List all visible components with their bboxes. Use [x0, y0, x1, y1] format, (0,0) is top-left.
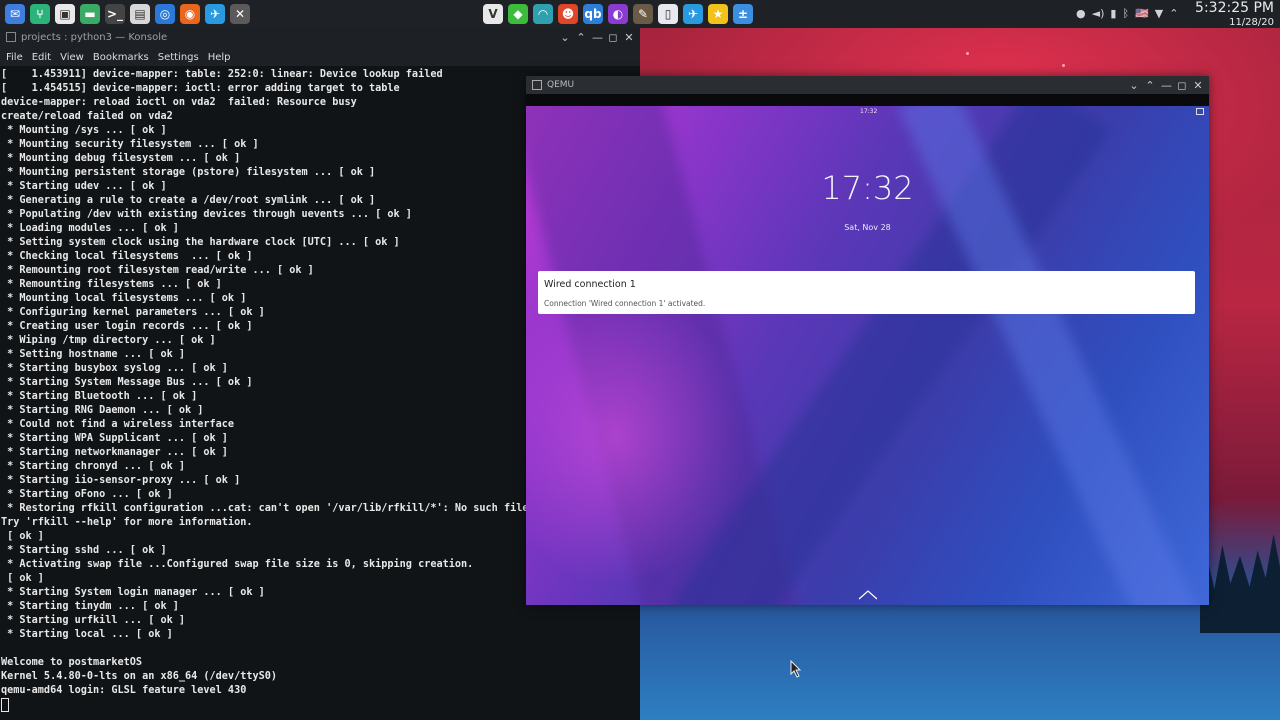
- calculator-icon[interactable]: ±: [733, 4, 753, 24]
- speedometer-icon[interactable]: ◠: [533, 4, 553, 24]
- menu-help[interactable]: Help: [208, 52, 231, 63]
- konsole-app-icon[interactable]: [6, 32, 16, 42]
- notification-body: Connection 'Wired connection 1' activate…: [544, 299, 706, 308]
- menu-settings[interactable]: Settings: [158, 52, 199, 63]
- terminal-line: * Starting urfkill ... [ ok ]: [1, 615, 186, 626]
- system-tray: ● ◄) ▮ ᛒ 🇺🇸 ▼ ⌃: [1076, 7, 1178, 21]
- telegram-icon[interactable]: ✈: [683, 4, 703, 24]
- browser-icon[interactable]: ◎: [155, 4, 175, 24]
- keep-above-button[interactable]: ⌃: [576, 30, 586, 46]
- konsole-window-buttons: ⌄ ⌃ — ◻ ✕: [560, 30, 634, 46]
- terminal-line: Kernel 5.4.80-0-lts on an x86_64 (/dev/t…: [1, 671, 278, 682]
- battery-icon[interactable]: ▮: [1110, 7, 1116, 21]
- minimize-button[interactable]: —: [592, 30, 603, 46]
- wifi-icon[interactable]: ▼: [1155, 7, 1163, 21]
- wallpaper-glow: [526, 286, 746, 586]
- wallpaper-forest: [1200, 534, 1280, 633]
- swipe-up-chevron-icon[interactable]: [858, 590, 878, 600]
- close-button[interactable]: ✕: [1193, 78, 1203, 94]
- lockscreen-clock: 17:32: [821, 169, 914, 207]
- vpn-icon[interactable]: ●: [1076, 7, 1086, 21]
- close-button[interactable]: ✕: [624, 30, 634, 46]
- star-icon[interactable]: ★: [708, 4, 728, 24]
- qemu-window-buttons: ⌄ ⌃ — ◻ ✕: [1129, 78, 1203, 94]
- tray-expand-icon[interactable]: ⌃: [1169, 7, 1178, 21]
- terminal-cursor: [1, 698, 9, 712]
- bag-icon[interactable]: ▣: [55, 4, 75, 24]
- clock[interactable]: 5:32:25 PM 11/28/20: [1195, 0, 1274, 28]
- maximize-button[interactable]: ◻: [608, 30, 618, 46]
- maximize-button[interactable]: ◻: [1177, 78, 1187, 94]
- close-x-icon[interactable]: ✕: [230, 4, 250, 24]
- konsole-titlebar[interactable]: projects : python3 — Konsole ⌄ ⌃ — ◻ ✕: [0, 28, 640, 48]
- menu-file[interactable]: File: [6, 52, 23, 63]
- terminal-line: * Starting local ... [ ok ]: [1, 629, 173, 640]
- wallpaper-star: [966, 52, 969, 55]
- menu-view[interactable]: View: [60, 52, 84, 63]
- qemu-app-icon[interactable]: [532, 80, 542, 90]
- files-icon[interactable]: ▤: [130, 4, 150, 24]
- vivaldi-icon[interactable]: V: [483, 4, 503, 24]
- document-icon[interactable]: ▯: [658, 4, 678, 24]
- robot-icon[interactable]: ☻: [558, 4, 578, 24]
- clock-time: 5:32:25 PM: [1195, 0, 1274, 16]
- qemu-title: QEMU: [547, 80, 575, 90]
- qemu-window: QEMU ⌄ ⌃ — ◻ ✕ 17:32 17:32 Sat, Nov 28 W…: [526, 76, 1209, 605]
- qemu-titlebar[interactable]: QEMU ⌄ ⌃ — ◻ ✕: [526, 76, 1209, 94]
- lockscreen-date: Sat, Nov 28: [844, 223, 891, 232]
- menu-bookmarks[interactable]: Bookmarks: [93, 52, 149, 63]
- terminal-line: Welcome to postmarketOS: [1, 657, 143, 668]
- task-icons: V ◆ ◠ ☻ qb ◐ ✎ ▯ ✈ ★ ±: [483, 4, 753, 24]
- top-panel: ✉ ⑂ ▣ ▬ >_ ▤ ◎ ◉ ✈ ✕ V ◆ ◠ ☻ qb ◐ ✎ ▯ ✈ ★ ± ● ◄) ▮ ᛒ 🇺🇸 ▼ ⌃ 5:32:…: [0, 0, 1280, 28]
- keep-above-button[interactable]: ⌃: [1145, 78, 1155, 94]
- notification-title: Wired connection 1: [544, 279, 636, 290]
- firefox-icon[interactable]: ◉: [180, 4, 200, 24]
- notification-card[interactable]: Wired connection 1 Connection 'Wired con…: [538, 271, 1195, 314]
- mail-icon[interactable]: ✉: [5, 4, 25, 24]
- minimize-button[interactable]: —: [1161, 78, 1172, 94]
- qbittorrent-icon[interactable]: qb: [583, 4, 603, 24]
- clock-date: 11/28/20: [1229, 17, 1274, 28]
- cube-icon[interactable]: ◆: [508, 4, 528, 24]
- menu-edit[interactable]: Edit: [32, 52, 51, 63]
- telegram-settings-icon[interactable]: ✈: [205, 4, 225, 24]
- keep-below-button[interactable]: ⌄: [560, 30, 570, 46]
- vm-statusbar: 17:32: [526, 106, 1209, 118]
- launcher-bar: ✉ ⑂ ▣ ▬ >_ ▤ ◎ ◉ ✈ ✕: [0, 4, 250, 24]
- gimp-icon[interactable]: ✎: [633, 4, 653, 24]
- bluetooth-icon[interactable]: ᛒ: [1122, 7, 1129, 21]
- vm-status-icon: [1196, 108, 1204, 115]
- keep-below-button[interactable]: ⌄: [1129, 78, 1139, 94]
- konsole-menubar: File Edit View Bookmarks Settings Help: [0, 48, 640, 66]
- volume-icon[interactable]: ◄): [1092, 7, 1105, 21]
- mouse-pointer-icon: [790, 660, 802, 678]
- wallpaper-star: [1062, 64, 1065, 67]
- git-icon[interactable]: ⑂: [30, 4, 50, 24]
- terminal-line: qemu-amd64 login: GLSL feature level 430: [1, 685, 247, 696]
- konsole-title: projects : python3 — Konsole: [21, 32, 168, 43]
- vm-status-time: 17:32: [860, 108, 878, 115]
- folder-icon[interactable]: ▬: [80, 4, 100, 24]
- vm-lockscreen[interactable]: 17:32 17:32 Sat, Nov 28 Wired connection…: [526, 106, 1209, 605]
- keyboard-layout-icon[interactable]: 🇺🇸: [1135, 7, 1149, 21]
- color-picker-icon[interactable]: ◐: [608, 4, 628, 24]
- terminal-icon[interactable]: >_: [105, 4, 125, 24]
